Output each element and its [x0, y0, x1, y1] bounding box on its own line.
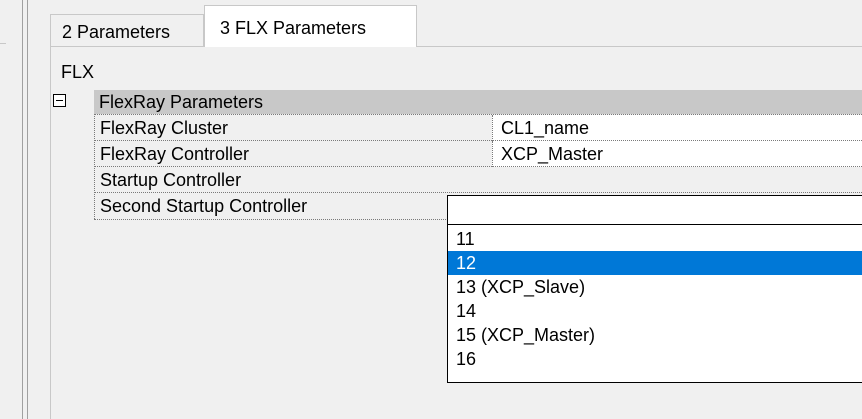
grid-line: [94, 219, 492, 220]
dropdown-option-16[interactable]: 16: [448, 347, 862, 371]
property-row-flexray-cluster[interactable]: FlexRay Cluster CL1_name: [94, 114, 862, 141]
collapse-icon[interactable]: [53, 94, 66, 107]
property-value: XCP_Master: [501, 144, 604, 164]
property-value-cell[interactable]: XCP_Master: [492, 141, 862, 167]
dropdown-option-12[interactable]: 12: [448, 251, 862, 275]
left-frame-tick: [0, 43, 6, 44]
category-row-flexray-parameters[interactable]: FlexRay Parameters: [94, 90, 862, 114]
property-value: CL1_name: [501, 118, 590, 138]
category-label: FlexRay Parameters: [99, 92, 264, 112]
tab-strip: 2 Parameters 3 FLX Parameters: [50, 0, 862, 47]
window: { "tabs": [ {"label": "2 Parameters", "a…: [0, 0, 862, 419]
property-name: FlexRay Controller: [100, 144, 250, 164]
left-frame-border: [22, 0, 23, 419]
property-name: FlexRay Cluster: [100, 118, 229, 138]
dropdown-option-13[interactable]: 13 (XCP_Slave): [448, 275, 862, 299]
tab-3-flx-parameters[interactable]: 3 FLX Parameters: [204, 5, 417, 47]
property-name: Second Startup Controller: [100, 196, 308, 216]
dropdown-option-15[interactable]: 15 (XCP_Master): [448, 323, 862, 347]
property-row-startup-controller[interactable]: Startup Controller: [94, 166, 862, 193]
panel-title: FLX: [61, 62, 95, 82]
startup-controller-dropdown-list: 11 12 13 (XCP_Slave) 14 15 (XCP_Master) …: [447, 225, 862, 383]
left-frame-border-inner: [27, 0, 28, 419]
startup-controller-combo[interactable]: [447, 195, 862, 225]
tab-2-parameters[interactable]: 2 Parameters: [50, 14, 204, 46]
dropdown-option-11[interactable]: 11: [448, 227, 862, 251]
property-value-cell[interactable]: CL1_name: [492, 115, 862, 141]
property-row-flexray-controller[interactable]: FlexRay Controller XCP_Master: [94, 140, 862, 167]
dropdown-option-14[interactable]: 14: [448, 299, 862, 323]
property-name: Startup Controller: [100, 170, 242, 190]
